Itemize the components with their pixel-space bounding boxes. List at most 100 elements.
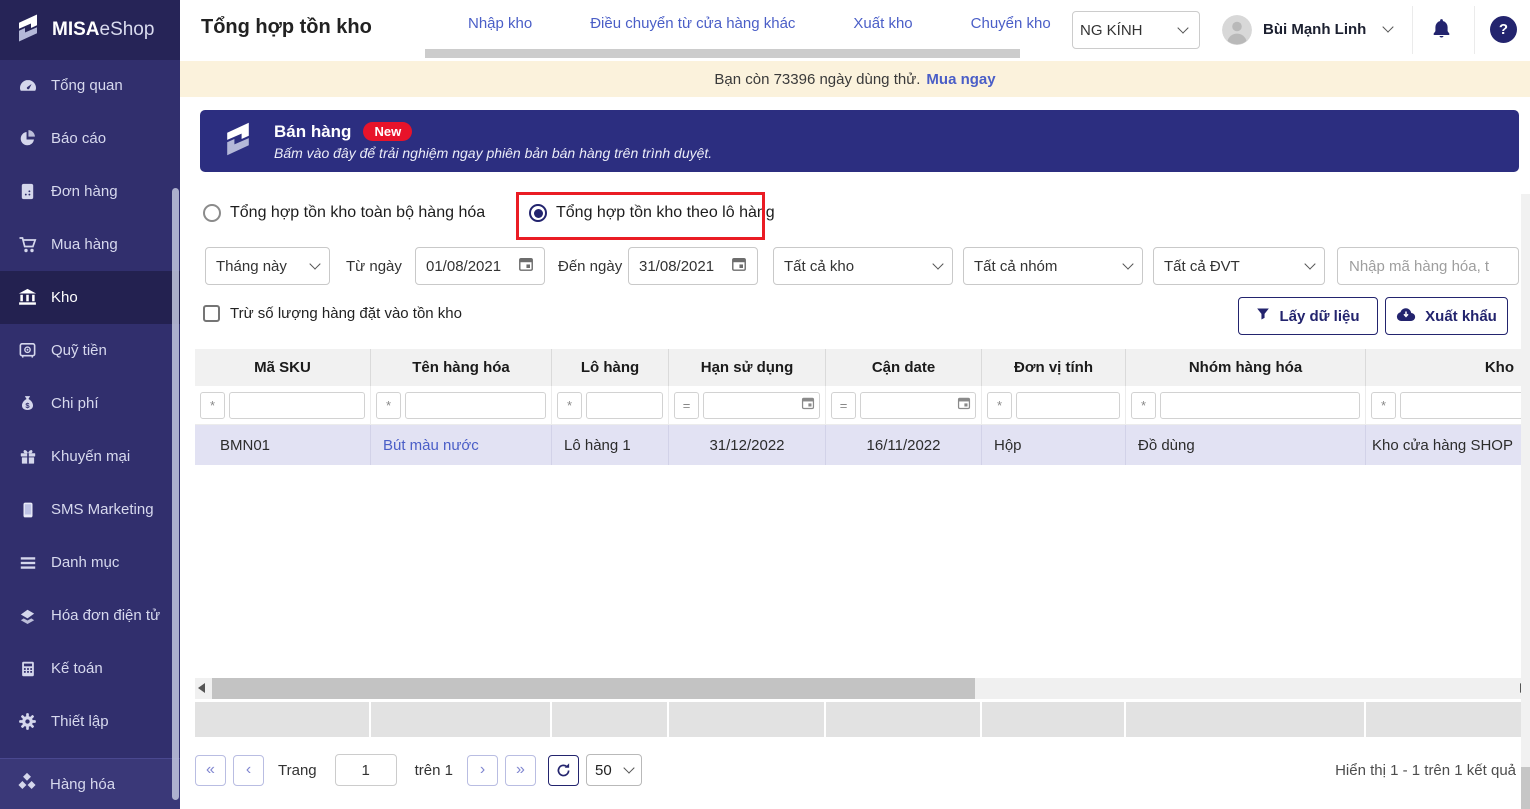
- checkbox-unchecked-icon[interactable]: [203, 305, 220, 322]
- column-header[interactable]: Cận date: [826, 349, 982, 386]
- from-date-input[interactable]: 01/08/2021: [415, 247, 545, 285]
- column-filter-input[interactable]: [1405, 396, 1520, 414]
- first-page-button[interactable]: «: [195, 754, 226, 786]
- page-vertical-scrollbar[interactable]: [1521, 194, 1530, 809]
- radio-label: Tổng hợp tồn kho toàn bộ hàng hóa: [230, 204, 486, 221]
- nav-chuyen-kho[interactable]: Chuyển kho: [971, 15, 1051, 32]
- calendar-icon[interactable]: [957, 396, 971, 415]
- sidebar-item-khuyen-mai[interactable]: Khuyến mại: [0, 430, 180, 483]
- scrollbar-thumb[interactable]: [1521, 767, 1530, 809]
- column-filter-input[interactable]: [1021, 396, 1115, 414]
- last-page-button[interactable]: »: [505, 754, 536, 786]
- promo-banner[interactable]: Bán hàng New Bấm vào đây để trải nghiệm …: [200, 110, 1519, 172]
- topbar: Tổng hợp tồn kho Nhập kho Điều chuyển từ…: [180, 0, 1530, 61]
- column-header[interactable]: Hạn sử dụng: [669, 349, 826, 386]
- nav-dieu-chuyen[interactable]: Điều chuyển từ cửa hàng khác: [590, 15, 795, 32]
- filter-operator-button[interactable]: *: [987, 391, 1012, 419]
- unit-select[interactable]: Tất cả ĐVT: [1153, 247, 1325, 285]
- sidebar-item-hang-hoa[interactable]: Hàng hóa: [0, 758, 180, 809]
- filter-operator-button[interactable]: =: [831, 391, 856, 419]
- column-filter-input[interactable]: [410, 396, 541, 414]
- sidebar-item-hoa-don-dien-tu[interactable]: Hóa đơn điện tử: [0, 589, 180, 642]
- nav-xuat-kho[interactable]: Xuất kho: [853, 15, 912, 32]
- sidebar-item-label: Danh mục: [51, 554, 120, 571]
- scroll-left-arrow-icon[interactable]: [198, 683, 205, 693]
- to-date-input[interactable]: 31/08/2021: [628, 247, 758, 285]
- sidebar-scrollbar[interactable]: [172, 188, 179, 800]
- filter-operator-button[interactable]: *: [1131, 391, 1156, 419]
- column-header[interactable]: Mã SKU: [195, 349, 371, 386]
- e-invoice-icon: [17, 606, 38, 625]
- calendar-icon[interactable]: [801, 396, 815, 415]
- user-menu-chevron-icon[interactable]: [1382, 21, 1394, 33]
- radio-checked-icon[interactable]: [529, 204, 547, 222]
- calendar-icon[interactable]: [518, 256, 534, 276]
- promotion-gift-icon: [17, 448, 38, 466]
- search-input[interactable]: [1347, 256, 1509, 276]
- radio-option-by-lot[interactable]: Tổng hợp tồn kho theo lô hàng: [529, 204, 775, 222]
- column-header[interactable]: Tên hàng hóa: [371, 349, 552, 386]
- filter-operator-button[interactable]: *: [200, 391, 225, 419]
- sidebar-item-mua-hang[interactable]: Mua hàng: [0, 218, 180, 271]
- summary-cell: [195, 702, 371, 737]
- column-header[interactable]: Nhóm hàng hóa: [1126, 349, 1366, 386]
- products-cubes-icon: [17, 772, 37, 796]
- filter-operator-button[interactable]: *: [1371, 391, 1396, 419]
- sidebar-item-kho[interactable]: Kho: [0, 271, 180, 324]
- nav-nhap-kho[interactable]: Nhập kho: [468, 15, 532, 32]
- sidebar-item-label: Kế toán: [51, 660, 103, 677]
- store-select[interactable]: NG KÍNH: [1072, 11, 1200, 49]
- user-avatar[interactable]: [1222, 15, 1252, 45]
- sidebar-item-quy-tien[interactable]: Quỹ tiền: [0, 324, 180, 377]
- user-name[interactable]: Bùi Mạnh Linh: [1263, 21, 1366, 38]
- app-logo[interactable]: MISAeShop: [0, 0, 180, 60]
- next-page-button[interactable]: ›: [467, 754, 498, 786]
- column-filter-input[interactable]: [865, 396, 955, 414]
- radio-unchecked-icon[interactable]: [203, 204, 221, 222]
- page-size-select[interactable]: 50: [586, 754, 642, 786]
- nav-scrollbar[interactable]: [425, 49, 1020, 58]
- subtract-ordered-checkbox-row[interactable]: Trừ số lượng hàng đặt vào tồn kho: [203, 305, 462, 322]
- sidebar-item-chi-phi[interactable]: $ Chi phí: [0, 377, 180, 430]
- buy-now-link[interactable]: Mua ngay: [926, 71, 995, 88]
- notification-bell-icon[interactable]: [1430, 17, 1453, 45]
- sidebar-item-danh-muc[interactable]: Danh mục: [0, 536, 180, 589]
- group-select[interactable]: Tất cả nhóm: [963, 247, 1143, 285]
- column-header[interactable]: Kho: [1366, 349, 1530, 386]
- summary-cell: [552, 702, 669, 737]
- get-data-button[interactable]: Lấy dữ liệu: [1238, 297, 1378, 335]
- column-header[interactable]: Lô hàng: [552, 349, 669, 386]
- filter-operator-button[interactable]: *: [557, 391, 582, 419]
- export-button[interactable]: Xuất khẩu: [1385, 297, 1508, 335]
- sidebar-item-bao-cao[interactable]: Báo cáo: [0, 112, 180, 165]
- prev-page-button[interactable]: ‹: [233, 754, 264, 786]
- refresh-button[interactable]: [548, 754, 579, 786]
- page-number-input[interactable]: [334, 754, 397, 786]
- cell-lot: Lô hàng 1: [552, 425, 669, 465]
- column-filter-input[interactable]: [234, 396, 360, 414]
- column-filter-input[interactable]: [1165, 396, 1355, 414]
- sidebar-item-label: Mua hàng: [51, 236, 118, 253]
- calendar-icon[interactable]: [731, 256, 747, 276]
- table-summary-row: [195, 702, 1530, 737]
- sidebar-item-ke-toan[interactable]: Kế toán: [0, 642, 180, 695]
- sidebar-item-thiet-lap[interactable]: Thiết lập: [0, 695, 180, 748]
- warehouse-select[interactable]: Tất cả kho: [773, 247, 953, 285]
- sidebar-item-sms-marketing[interactable]: SMS Marketing: [0, 483, 180, 536]
- radio-option-all-goods[interactable]: Tổng hợp tồn kho toàn bộ hàng hóa: [203, 204, 485, 222]
- filter-operator-button[interactable]: =: [674, 391, 699, 419]
- column-filter-input[interactable]: [708, 396, 799, 414]
- period-select[interactable]: Tháng này: [205, 247, 330, 285]
- filter-operator-button[interactable]: *: [376, 391, 401, 419]
- sidebar-item-tong-quan[interactable]: Tổng quan: [0, 59, 180, 112]
- sidebar-item-don-hang[interactable]: Đơn hàng: [0, 165, 180, 218]
- table-horizontal-scrollbar[interactable]: [195, 678, 1530, 699]
- cell-warehouse: Kho cửa hàng SHOP: [1372, 436, 1513, 454]
- help-icon[interactable]: ?: [1490, 16, 1517, 43]
- table-row[interactable]: BMN01 Bút màu nước Lô hàng 1 31/12/2022 …: [195, 425, 1530, 465]
- summary-cell: [669, 702, 826, 737]
- column-header[interactable]: Đơn vị tính: [982, 349, 1126, 386]
- column-filter-input[interactable]: [591, 396, 658, 414]
- scrollbar-thumb[interactable]: [212, 678, 975, 699]
- product-name-link[interactable]: Bút màu nước: [371, 425, 552, 465]
